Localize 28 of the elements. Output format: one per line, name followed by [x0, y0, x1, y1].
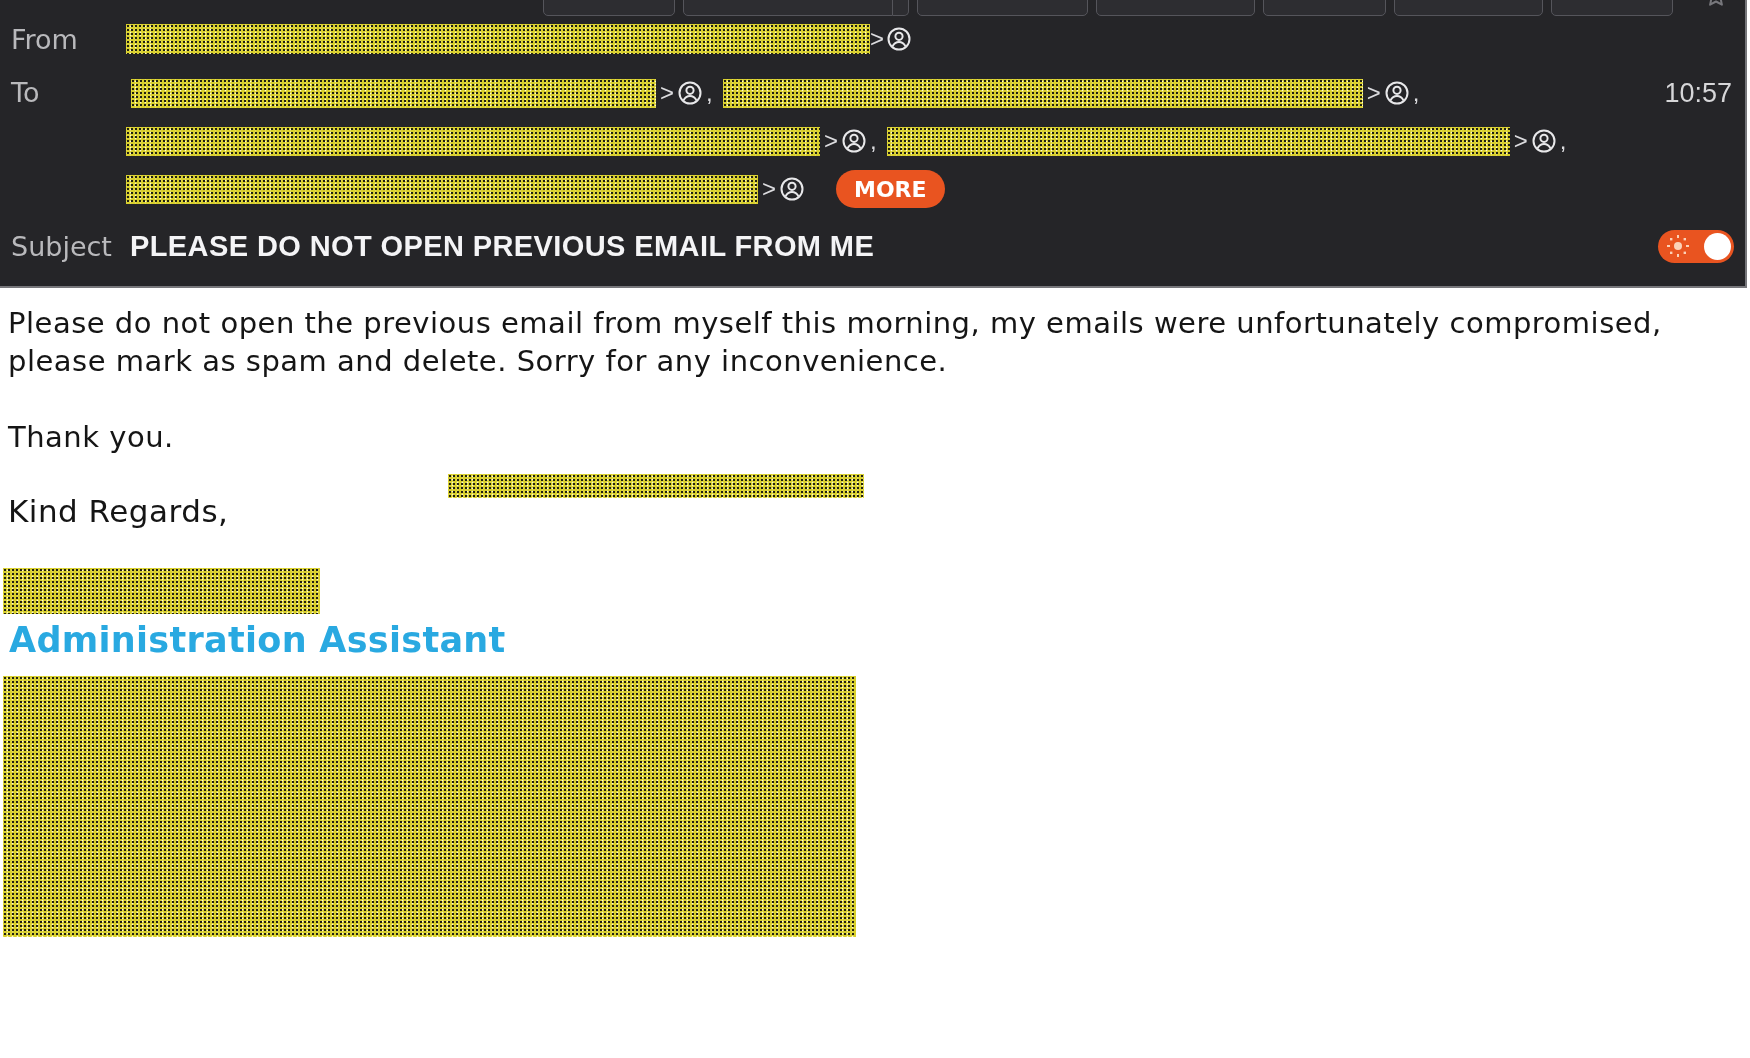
contact-icon: [1384, 81, 1409, 105]
time-text: 10:57: [1664, 77, 1733, 110]
separator-text: ,: [706, 79, 713, 107]
subject-text: PLEASE DO NOT OPEN PREVIOUS EMAIL FROM ME: [130, 229, 876, 263]
signature-title: Administration Assistant: [9, 619, 507, 662]
address-text: >: [824, 127, 838, 155]
view-toggle[interactable]: [1658, 229, 1734, 263]
contact-icon: [1531, 129, 1556, 153]
field-label: From: [10, 23, 79, 55]
body-paragraph: Thank you.: [8, 419, 175, 456]
sun-icon: [1667, 235, 1689, 257]
body-paragraph: Please do not open the previous email from myself this morning, my emails were unfortunately compromised, please mark as spam and delete. Sorry for any inconvenience.: [8, 305, 1663, 380]
address-text: >: [1366, 79, 1381, 107]
contact-icon: [842, 129, 866, 153]
address-text: >: [870, 25, 884, 53]
address-text: >: [762, 175, 776, 203]
field-label: To: [10, 76, 41, 110]
separator-text: ,: [870, 127, 877, 155]
separator-text: ,: [1559, 127, 1567, 155]
closing-text: Kind Regards,: [8, 492, 229, 531]
field-label: Subject: [10, 230, 113, 262]
contact-icon: [780, 177, 804, 201]
separator-text: ,: [1412, 79, 1420, 107]
address-text: >: [1513, 127, 1528, 155]
more-button[interactable]: MORE: [836, 170, 945, 208]
contact-icon: [887, 27, 911, 51]
contact-icon: [678, 81, 702, 105]
address-text: >: [660, 79, 674, 107]
